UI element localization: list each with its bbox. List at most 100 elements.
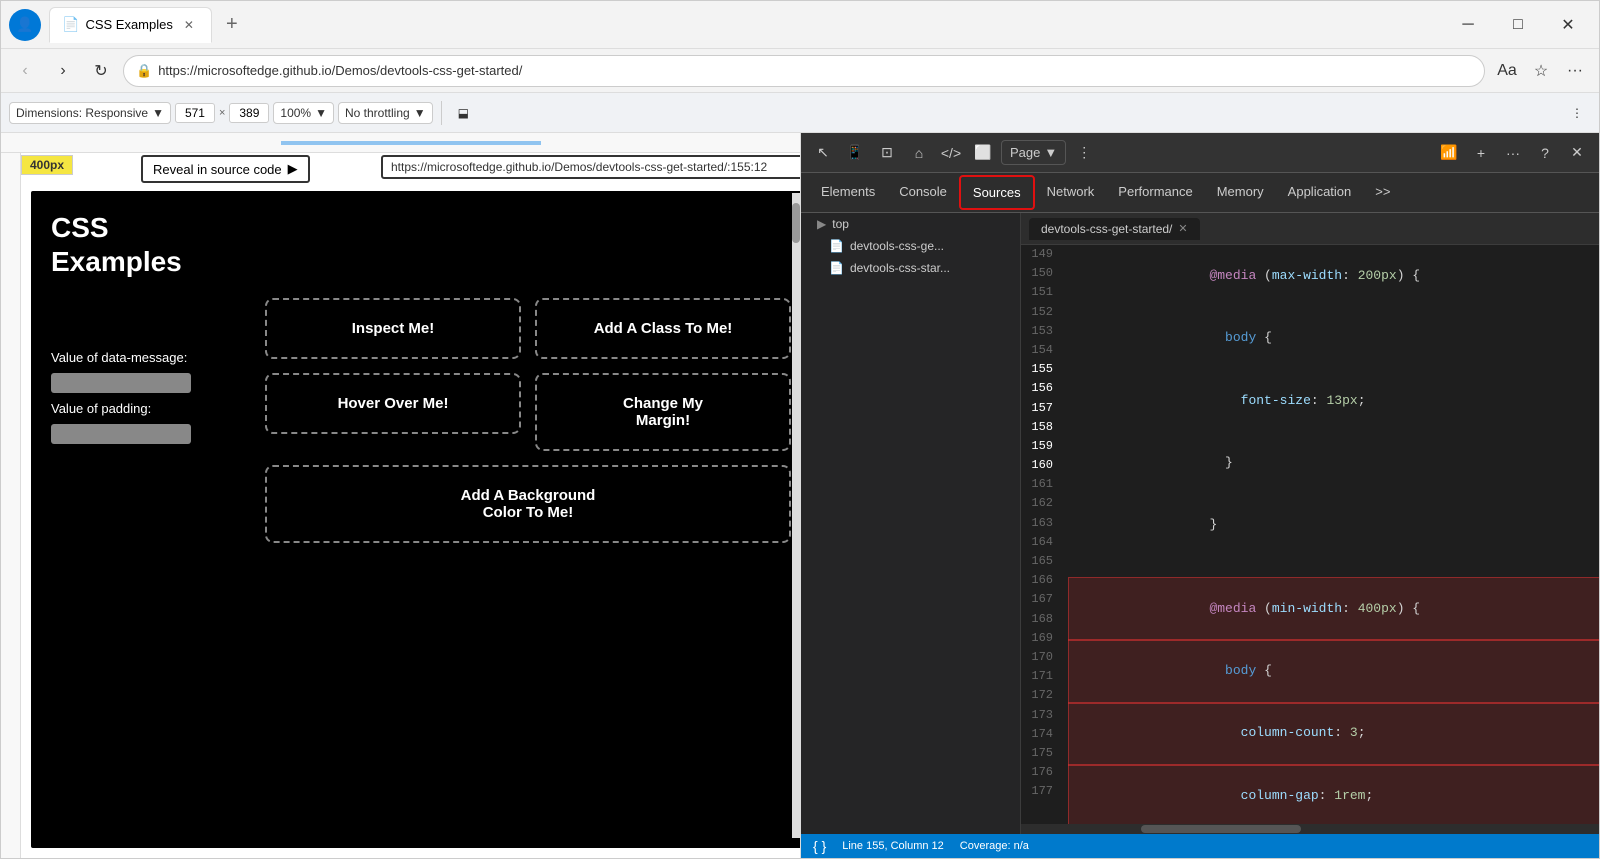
line-numbers: 149 150 151 152 153 154 155 156 157 158 [1021, 245, 1061, 824]
maximize-button[interactable]: □ [1495, 9, 1541, 41]
code-token: : [1319, 788, 1335, 803]
lock-icon: 🔒 [136, 63, 152, 79]
address-bar[interactable]: 🔒 https://microsoftedge.github.io/Demos/… [123, 55, 1485, 87]
code-tab-close-button[interactable]: ✕ [1178, 222, 1187, 235]
code-token: ; [1358, 725, 1366, 740]
devtools-home-icon[interactable]: ⌂ [905, 139, 933, 167]
add-class-button[interactable]: Add A Class To Me! [535, 298, 791, 359]
file-icon-2: 📄 [829, 261, 844, 275]
file-tree-item-1[interactable]: 📄 devtools-css-ge... [801, 235, 1020, 257]
tab-sources[interactable]: Sources [959, 175, 1035, 210]
url-text: https://microsoftedge.github.io/Demos/de… [158, 63, 1472, 78]
back-button[interactable]: ‹ [9, 55, 41, 87]
demo-title: CSS Examples [51, 211, 791, 278]
hover-over-me-button[interactable]: Hover Over Me! [265, 373, 521, 434]
code-token: font-size [1241, 393, 1311, 408]
devtools-cursor-icon[interactable]: ↖ [809, 139, 837, 167]
toolbar-more-button[interactable]: ⋮ [1563, 102, 1591, 124]
width-input[interactable]: 571 [175, 103, 215, 123]
ruler-horizontal [1, 133, 800, 153]
throttle-label: No throttling [345, 106, 410, 120]
devtools-settings-more-icon[interactable]: ··· [1499, 139, 1527, 167]
code-line-149: @media (max-width: 200px) { [1069, 245, 1599, 307]
code-token: 3 [1350, 725, 1358, 740]
code-token: } [1209, 517, 1217, 532]
tab-memory[interactable]: Memory [1205, 176, 1276, 209]
ln-173: 173 [1029, 706, 1053, 725]
inspect-me-button[interactable]: Inspect Me! [265, 298, 521, 359]
devtools-close-icon[interactable]: ✕ [1563, 139, 1591, 167]
code-text: @media (max-width: 200px) { body { font-… [1061, 245, 1599, 824]
code-token: max-width [1272, 268, 1342, 283]
code-token: 1rem [1334, 788, 1365, 803]
code-scrollbar-horizontal[interactable] [1021, 824, 1599, 834]
code-token: } [1209, 455, 1232, 470]
scrollbar-h-thumb[interactable] [1141, 825, 1301, 833]
code-line-156: body { [1069, 640, 1599, 702]
close-button[interactable]: ✕ [1545, 9, 1591, 41]
code-token: body [1225, 330, 1256, 345]
code-token: ( [1256, 601, 1272, 616]
throttle-selector[interactable]: No throttling ▼ [338, 102, 433, 124]
reveal-source-button[interactable]: Reveal in source code ▶ [141, 155, 310, 183]
devtools-help-icon[interactable]: ? [1531, 139, 1559, 167]
refresh-button[interactable]: ↻ [85, 55, 117, 87]
window-controls: ─ □ ✕ [1445, 9, 1591, 41]
sources-content: ▶ top 📄 devtools-css-ge... 📄 devtools-cs… [801, 213, 1599, 834]
data-message-input[interactable] [51, 373, 191, 393]
code-token: column-gap [1241, 788, 1319, 803]
padding-input[interactable] [51, 424, 191, 444]
minimize-button[interactable]: ─ [1445, 9, 1491, 41]
nav-bar: ‹ › ↻ 🔒 https://microsoftedge.github.io/… [1, 49, 1599, 93]
tab-performance[interactable]: Performance [1106, 176, 1204, 209]
more-icon[interactable]: ··· [1559, 55, 1591, 87]
ruler-highlight [281, 141, 541, 145]
code-token: : [1334, 725, 1350, 740]
devtools-layout-icon[interactable]: ⊡ [873, 139, 901, 167]
file-tree-item-2[interactable]: 📄 devtools-css-star... [801, 257, 1020, 279]
zoom-selector[interactable]: 100% ▼ [273, 102, 334, 124]
code-area: devtools-css-get-started/ ✕ 149 150 151 … [1021, 213, 1599, 834]
change-margin-button[interactable]: Change MyMargin! [535, 373, 791, 451]
tab-elements[interactable]: Elements [809, 176, 887, 209]
tab-network[interactable]: Network [1035, 176, 1107, 209]
devtools-wifi-icon[interactable]: 📶 [1435, 139, 1463, 167]
ln-156: 156 [1029, 379, 1053, 398]
code-token [1209, 725, 1240, 740]
padding-label: Value of padding: [51, 401, 251, 416]
code-file-tab-active[interactable]: devtools-css-get-started/ ✕ [1029, 218, 1200, 240]
add-bg-color-button[interactable]: Add A BackgroundColor To Me! [265, 465, 791, 543]
reading-view-icon[interactable]: Aa [1491, 55, 1523, 87]
devtools-more-options-icon[interactable]: ⋮ [1070, 139, 1098, 167]
status-coverage: Coverage: n/a [960, 840, 1029, 852]
active-tab[interactable]: 📄 CSS Examples ✕ [49, 7, 212, 43]
file-name-1: devtools-css-ge... [850, 239, 944, 253]
code-token: body [1225, 663, 1256, 678]
devtools-monitor-icon[interactable]: ⬜ [969, 139, 997, 167]
tab-more[interactable]: >> [1363, 176, 1402, 209]
new-tab-button[interactable]: + [216, 9, 248, 41]
favorites-icon[interactable]: ☆ [1525, 55, 1557, 87]
viewport-scrollbar[interactable] [792, 193, 800, 838]
height-input[interactable]: 389 [229, 103, 269, 123]
devtools-plus-icon[interactable]: + [1467, 139, 1495, 167]
ln-169: 169 [1029, 629, 1053, 648]
code-token: : [1342, 601, 1358, 616]
devtools-toolbar: Dimensions: Responsive ▼ 571 × 389 100% … [1, 93, 1599, 133]
tab-close-button[interactable]: ✕ [179, 15, 199, 35]
dimensions-selector[interactable]: Dimensions: Responsive ▼ [9, 102, 171, 124]
devtools-device-icon[interactable]: 📱 [841, 139, 869, 167]
tab-application[interactable]: Application [1276, 176, 1364, 209]
ln-167: 167 [1029, 590, 1053, 609]
ln-154: 154 [1029, 341, 1053, 360]
code-token: 200px [1358, 268, 1397, 283]
ln-176: 176 [1029, 763, 1053, 782]
main-area: 400px Reveal in source code ▶ https://mi… [1, 133, 1599, 858]
forward-button[interactable]: › [47, 55, 79, 87]
screenshot-button[interactable]: ⬓ [450, 102, 477, 124]
page-selector[interactable]: Page ▼ [1001, 140, 1066, 165]
tab-console[interactable]: Console [887, 176, 959, 209]
devtools-code-icon[interactable]: </> [937, 139, 965, 167]
scrollbar-thumb[interactable] [792, 203, 800, 243]
devtools-status-bar: { } Line 155, Column 12 Coverage: n/a [801, 834, 1599, 858]
